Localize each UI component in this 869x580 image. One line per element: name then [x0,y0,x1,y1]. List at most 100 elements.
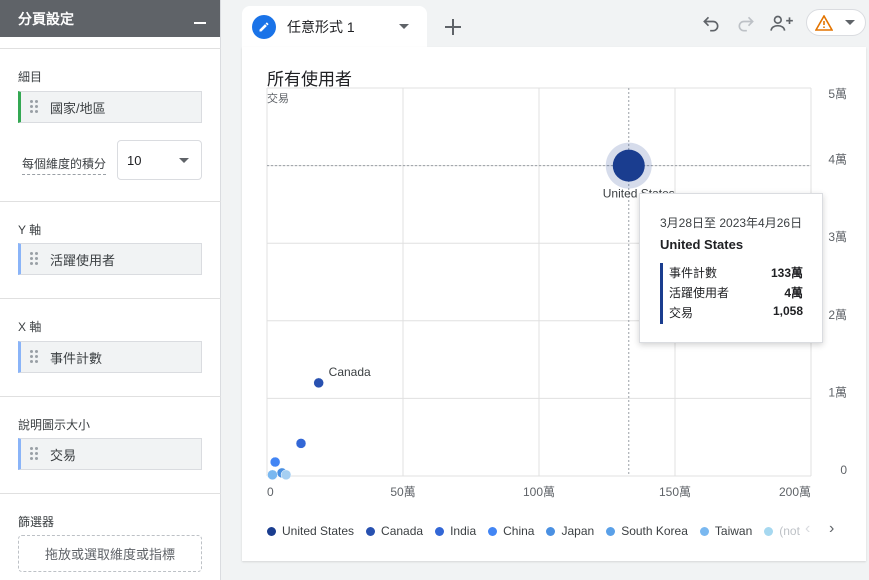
filters-title: 篩選器 [18,515,55,529]
x-tick-label: 100萬 [523,485,555,499]
section-divider [0,201,221,202]
legend-dot-icon [764,526,774,536]
tooltip-series-bar [660,263,663,324]
legend-item[interactable]: (not [764,524,800,538]
legend-item[interactable]: India [435,524,476,538]
x-axis-chip-event-count[interactable]: 事件計數 [18,341,202,373]
chip-label: 事件計數 [50,350,103,366]
data-point[interactable] [612,149,645,182]
legend-dot-icon [699,526,709,536]
add-tab-button[interactable] [428,6,477,47]
x-tick-label: 0 [267,485,274,499]
legend-item[interactable]: China [488,524,534,538]
section-divider [0,493,221,494]
data-point-label: Canada [329,365,371,379]
x-axis-title: X 軸 [18,320,42,334]
person-add-icon [770,15,793,31]
chip-label: 活躍使用者 [50,252,116,268]
tab-freeform-1[interactable]: 任意形式 1 [242,6,427,47]
share-button[interactable] [768,12,796,36]
legend-item[interactable]: South Korea [606,524,688,538]
legend-label: South Korea [621,524,688,538]
y-axis-chip-active-users[interactable]: 活躍使用者 [18,243,202,275]
tooltip-row: 事件計數 133萬 [669,264,803,281]
collapse-panel-icon[interactable] [194,21,206,24]
chevron-down-icon [179,157,189,163]
panel-header: 分頁設定 [0,0,220,37]
breakdown-chip-country[interactable]: 國家/地區 [18,91,202,123]
drag-handle-icon[interactable] [28,251,50,267]
tooltip-country: United States [660,237,744,252]
data-point[interactable] [269,456,281,468]
warning-icon [815,14,833,31]
tab-settings-panel: 分頁設定 細目 國家/地區 每個維度的積分 10 Y 軸 活躍使用者 X 軸 事… [0,0,221,580]
y-tick-label: 3萬 [828,230,847,244]
chart-card: 所有使用者 0 50萬 100萬 150萬 200萬 0 1萬 2萬 3萬 4萬 5萬 交易 Unite… [242,47,866,561]
data-point[interactable] [280,469,292,481]
granularity-select[interactable]: 10 [117,140,202,180]
legend-label: United States [282,524,355,538]
breakdown-title: 細目 [18,70,43,84]
undo-icon [703,16,719,32]
pencil-icon[interactable] [252,14,276,39]
drag-handle-icon[interactable] [28,349,50,365]
legend-item[interactable]: Japan [546,524,594,538]
legend-prev-button[interactable]: ‹ [805,520,810,538]
legend-label: China [503,524,535,538]
undo-button[interactable] [699,12,723,36]
legend-item[interactable]: United States [267,524,354,538]
x-tick-label: 150萬 [659,485,691,499]
tooltip-row: 交易 1,058 [669,304,803,321]
tooltip-date-range: 3月28日至 2023年4月26日 [660,216,803,230]
legend-label: Japan [561,524,595,538]
legend-dot-icon [546,526,556,536]
section-divider [0,48,221,49]
redo-button[interactable] [734,12,758,36]
chip-label: 交易 [50,447,77,463]
y-tick-label: 1萬 [828,385,847,399]
legend-dot-icon [606,526,616,536]
bubble-size-title: 說明圖示大小 [18,418,91,432]
legend-dot-icon [267,526,276,536]
x-tick-label: 200萬 [779,485,811,499]
bubble-size-chip-transactions[interactable]: 交易 [18,438,202,470]
tab-label: 任意形式 1 [287,18,355,35]
data-point[interactable] [313,377,324,389]
tooltip-row-value: 1,058 [772,304,803,318]
y-tick-label: 5萬 [828,87,847,101]
size-metric-label: 交易 [267,91,289,105]
x-tick-label: 50萬 [390,485,415,499]
y-axis-title: Y 軸 [18,223,42,237]
tooltip-row-value: 133萬 [770,266,803,280]
data-tooltip: 3月28日至 2023年4月26日 United States 事件計數 133… [639,193,823,343]
chevron-down-icon[interactable] [399,24,409,29]
legend-label: (not [779,524,800,538]
section-divider [0,298,221,299]
tooltip-row-label: 活躍使用者 [669,286,730,300]
tooltip-row: 活躍使用者 4萬 [669,284,803,301]
data-point[interactable] [267,469,278,481]
legend-next-button[interactable]: › [829,520,834,538]
legend-item[interactable]: Canada [366,524,423,538]
y-tick-label: 2萬 [828,308,847,322]
panel-title: 分頁設定 [18,10,74,27]
drag-handle-icon[interactable] [28,446,50,462]
legend-dot-icon [488,526,498,536]
chart-legend: United States Canada India China Japan South … [267,523,812,539]
legend-label: Taiwan [714,524,753,538]
legend-item[interactable]: Taiwan [699,524,753,538]
plus-icon [444,18,461,35]
redo-icon [738,16,754,32]
tooltip-row-value: 4萬 [784,286,803,300]
warning-menu-button[interactable] [806,9,866,36]
data-point[interactable] [295,438,307,449]
granularity-label: 每個維度的積分 [22,155,107,175]
section-divider [0,396,221,397]
granularity-value: 10 [127,152,142,168]
legend-dot-icon [366,526,376,536]
legend-label: India [450,524,477,538]
drag-handle-icon[interactable] [28,99,50,115]
legend-label: Canada [381,524,424,538]
y-tick-label: 0 [840,463,847,477]
filter-drop-zone[interactable]: 拖放或選取維度或指標 [18,535,202,572]
